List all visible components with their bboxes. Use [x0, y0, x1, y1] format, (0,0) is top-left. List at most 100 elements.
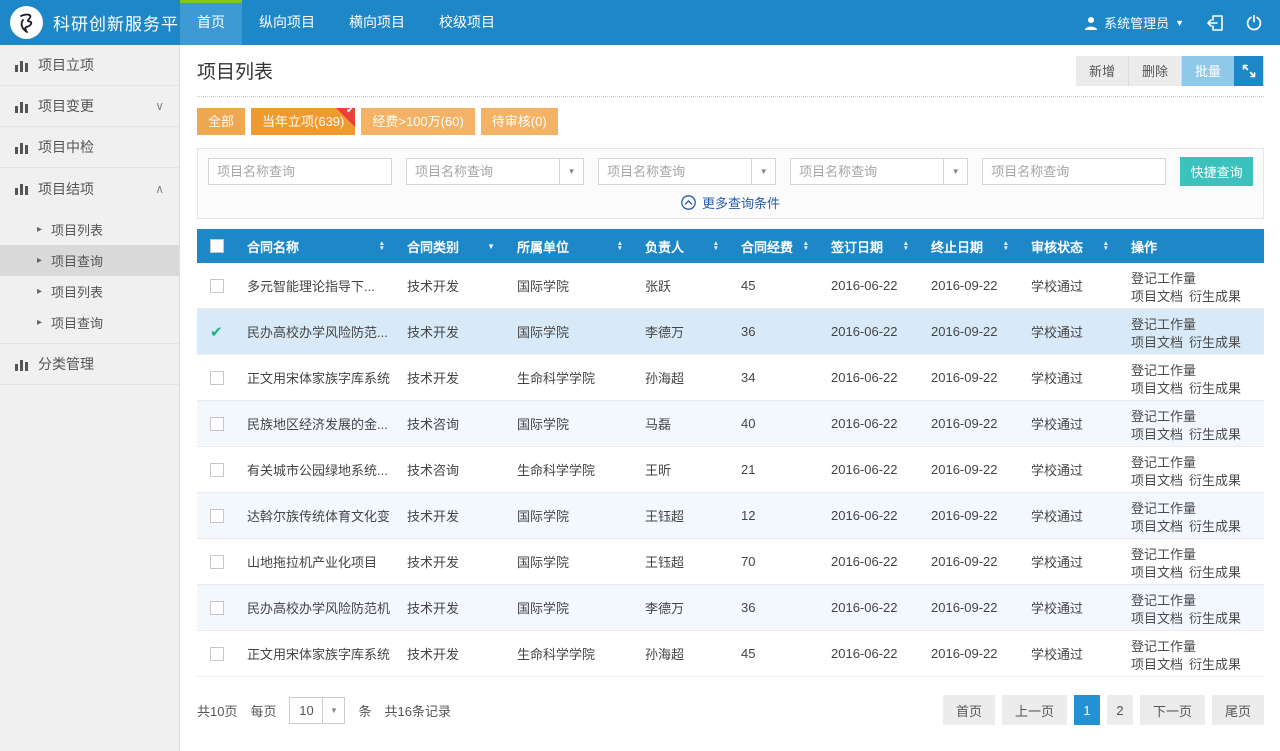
- column-header-2[interactable]: 合同类别▼: [397, 237, 507, 256]
- op-link-project-docs[interactable]: 项目文档: [1131, 335, 1183, 350]
- select-all-checkbox[interactable]: [210, 239, 224, 253]
- add-button[interactable]: 新增: [1076, 56, 1129, 86]
- op-link-project-docs[interactable]: 项目文档: [1131, 427, 1183, 442]
- filter-dropdown-icon[interactable]: ▼: [487, 242, 495, 251]
- sidebar-subitem-project-query[interactable]: ▸ 项目查询: [0, 245, 179, 276]
- row-checkbox[interactable]: [210, 647, 224, 661]
- op-link-register-workload[interactable]: 登记工作量: [1131, 363, 1196, 378]
- op-link-register-workload[interactable]: 登记工作量: [1131, 409, 1196, 424]
- sort-icon[interactable]: ▲▼: [1103, 241, 1109, 252]
- table-row[interactable]: 民族地区经济发展的金...技术咨询国际学院马磊402016-06-222016-…: [197, 401, 1264, 447]
- table-row[interactable]: 正文用宋体家族字库系统技术开发生命科学学院孙海超452016-06-222016…: [197, 631, 1264, 677]
- power-icon[interactable]: [1246, 15, 1262, 31]
- op-link-derived-results[interactable]: 衍生成果: [1189, 519, 1241, 534]
- delete-button[interactable]: 删除: [1129, 56, 1182, 86]
- sort-icon[interactable]: ▲▼: [903, 241, 909, 252]
- next-page-button[interactable]: 下一页: [1140, 695, 1205, 725]
- table-row[interactable]: 山地拖拉机产业化项目技术开发国际学院王钰超702016-06-222016-09…: [197, 539, 1264, 585]
- op-link-derived-results[interactable]: 衍生成果: [1189, 657, 1241, 672]
- page-number-button[interactable]: 2: [1107, 695, 1133, 725]
- op-link-project-docs[interactable]: 项目文档: [1131, 565, 1183, 580]
- table-row[interactable]: 有关城市公园绿地系统...技术咨询生命科学学院王昕212016-06-22201…: [197, 447, 1264, 493]
- quick-search-button[interactable]: 快捷查询: [1180, 157, 1253, 186]
- sort-icon[interactable]: ▲▼: [713, 241, 719, 252]
- page-number-button[interactable]: 1: [1074, 695, 1100, 725]
- op-link-project-docs[interactable]: 项目文档: [1131, 657, 1183, 672]
- row-checkbox[interactable]: [210, 417, 224, 431]
- nav-tab-vertical-projects[interactable]: 纵向项目: [242, 0, 332, 45]
- table-row[interactable]: 民办高校办学风险防范机技术开发国际学院李德万362016-06-222016-0…: [197, 585, 1264, 631]
- op-link-project-docs[interactable]: 项目文档: [1131, 519, 1183, 534]
- row-checkbox[interactable]: [210, 555, 224, 569]
- table-row[interactable]: ✔民办高校办学风险防范...技术开发国际学院李德万362016-06-22201…: [197, 309, 1264, 355]
- search-input-1[interactable]: [208, 158, 392, 185]
- row-checked-icon[interactable]: ✔: [210, 323, 223, 341]
- prev-page-button[interactable]: 上一页: [1002, 695, 1067, 725]
- op-link-derived-results[interactable]: 衍生成果: [1189, 335, 1241, 350]
- op-link-derived-results[interactable]: 衍生成果: [1189, 611, 1241, 626]
- search-select-1[interactable]: 项目名称查询 ▼: [406, 158, 584, 185]
- row-checkbox[interactable]: [210, 601, 224, 615]
- search-select-3[interactable]: 项目名称查询 ▼: [790, 158, 968, 185]
- op-link-register-workload[interactable]: 登记工作量: [1131, 547, 1196, 562]
- sidebar-subitem-project-query[interactable]: ▸ 项目查询: [0, 307, 179, 338]
- op-link-register-workload[interactable]: 登记工作量: [1131, 317, 1196, 332]
- column-header-3[interactable]: 所属单位▲▼: [507, 237, 635, 256]
- filter-tab-funding[interactable]: 经费>100万(60): [361, 108, 474, 135]
- op-link-project-docs[interactable]: 项目文档: [1131, 289, 1183, 304]
- expand-button[interactable]: [1234, 56, 1264, 86]
- sort-icon[interactable]: ▲▼: [1003, 241, 1009, 252]
- filter-tab-current-year[interactable]: 当年立项(639) ✔: [251, 108, 355, 135]
- chevron-down-icon[interactable]: ▼: [559, 159, 583, 184]
- user-menu[interactable]: 系统管理员 ▼: [1084, 13, 1184, 32]
- sidebar-item-project-midcheck[interactable]: 项目中检: [0, 127, 179, 168]
- row-checkbox[interactable]: [210, 279, 224, 293]
- op-link-register-workload[interactable]: 登记工作量: [1131, 593, 1196, 608]
- sidebar-item-category-management[interactable]: 分类管理: [0, 344, 179, 385]
- nav-tab-school-projects[interactable]: 校级项目: [422, 0, 512, 45]
- logout-icon[interactable]: [1206, 15, 1224, 31]
- op-link-derived-results[interactable]: 衍生成果: [1189, 289, 1241, 304]
- column-header-8[interactable]: 审核状态▲▼: [1021, 237, 1121, 256]
- search-select-2[interactable]: 项目名称查询 ▼: [598, 158, 776, 185]
- sidebar-item-project-closure[interactable]: 项目结项 ∧: [0, 168, 179, 209]
- op-link-register-workload[interactable]: 登记工作量: [1131, 501, 1196, 516]
- search-input-2[interactable]: [982, 158, 1166, 185]
- table-row[interactable]: 正文用宋体家族字库系统技术开发生命科学学院孙海超342016-06-222016…: [197, 355, 1264, 401]
- op-link-project-docs[interactable]: 项目文档: [1131, 611, 1183, 626]
- op-link-project-docs[interactable]: 项目文档: [1131, 381, 1183, 396]
- filter-tab-pending[interactable]: 待审核(0): [481, 108, 558, 135]
- op-link-derived-results[interactable]: 衍生成果: [1189, 565, 1241, 580]
- op-link-derived-results[interactable]: 衍生成果: [1189, 473, 1241, 488]
- chevron-down-icon[interactable]: ▼: [943, 159, 967, 184]
- column-header-1[interactable]: 合同名称▲▼: [237, 237, 397, 256]
- op-link-register-workload[interactable]: 登记工作量: [1131, 455, 1196, 470]
- sidebar-subitem-project-list[interactable]: ▸ 项目列表: [0, 214, 179, 245]
- row-checkbox[interactable]: [210, 509, 224, 523]
- table-row[interactable]: 多元智能理论指导下...技术开发国际学院张跃452016-06-222016-0…: [197, 263, 1264, 309]
- nav-tab-horizontal-projects[interactable]: 横向项目: [332, 0, 422, 45]
- more-conditions-link[interactable]: 更多查询条件: [208, 186, 1253, 215]
- column-header-4[interactable]: 负责人▲▼: [635, 237, 731, 256]
- sidebar-item-project-change[interactable]: 项目变更 ∨: [0, 86, 179, 127]
- sort-icon[interactable]: ▲▼: [617, 241, 623, 252]
- sidebar-subitem-project-list[interactable]: ▸ 项目列表: [0, 276, 179, 307]
- op-link-register-workload[interactable]: 登记工作量: [1131, 639, 1196, 654]
- chevron-down-icon[interactable]: ▼: [751, 159, 775, 184]
- nav-tab-home[interactable]: 首页: [180, 0, 242, 45]
- op-link-register-workload[interactable]: 登记工作量: [1131, 271, 1196, 286]
- row-checkbox[interactable]: [210, 371, 224, 385]
- sidebar-item-project-initiation[interactable]: 项目立项: [0, 45, 179, 86]
- row-checkbox[interactable]: [210, 463, 224, 477]
- op-link-derived-results[interactable]: 衍生成果: [1189, 381, 1241, 396]
- last-page-button[interactable]: 尾页: [1212, 695, 1264, 725]
- op-link-derived-results[interactable]: 衍生成果: [1189, 427, 1241, 442]
- filter-tab-all[interactable]: 全部: [197, 108, 245, 135]
- op-link-project-docs[interactable]: 项目文档: [1131, 473, 1183, 488]
- first-page-button[interactable]: 首页: [943, 695, 995, 725]
- table-row[interactable]: 达斡尔族传统体育文化变技术开发国际学院王钰超122016-06-222016-0…: [197, 493, 1264, 539]
- sort-icon[interactable]: ▲▼: [379, 241, 385, 252]
- batch-button[interactable]: 批量: [1182, 56, 1234, 86]
- page-size-select[interactable]: 10 ▼: [289, 697, 345, 724]
- column-header-6[interactable]: 签订日期▲▼: [821, 237, 921, 256]
